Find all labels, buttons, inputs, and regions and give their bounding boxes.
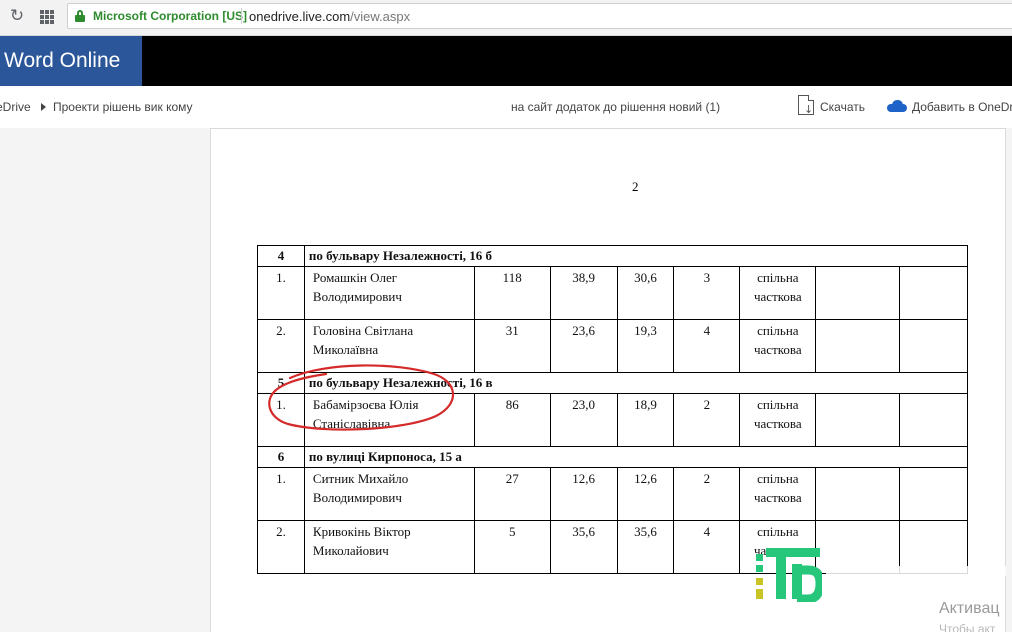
type-line1: спільна bbox=[757, 270, 799, 285]
command-bar: eDrive Проекти рішень вик кому на сайт д… bbox=[0, 86, 1012, 128]
cell-value: 27 bbox=[473, 467, 551, 521]
url-divider bbox=[241, 8, 242, 24]
ownership-type: спільна часткова bbox=[739, 319, 817, 373]
type-line2: часткова bbox=[753, 490, 802, 505]
logo-block bbox=[756, 589, 763, 599]
ownership-type: спільна часткова bbox=[739, 393, 817, 447]
type-line1: спільна bbox=[757, 524, 799, 539]
reload-icon[interactable]: ↻ bbox=[7, 6, 27, 26]
name-line1: Головіна Світлана bbox=[312, 323, 414, 338]
url-path: /view.aspx bbox=[350, 9, 411, 24]
breadcrumb-chevron-icon bbox=[41, 103, 46, 111]
activation-watermark: Активац bbox=[939, 600, 1000, 617]
name-line2: Миколаївна bbox=[312, 342, 379, 357]
cell-value: 4 bbox=[673, 520, 741, 574]
person-name: Ситник Михайло Володимирович bbox=[303, 467, 475, 521]
cell-value: 23,0 bbox=[549, 393, 618, 447]
cell-value: 30,6 bbox=[616, 266, 675, 320]
name-line2: Володимирович bbox=[312, 490, 402, 505]
breadcrumb-root[interactable]: eDrive bbox=[0, 100, 31, 114]
lock-icon bbox=[75, 10, 85, 22]
type-line1: спільна bbox=[757, 471, 799, 486]
activation-watermark-subtext: Чтобы акт bbox=[939, 622, 996, 632]
app-brand-label: Word Online bbox=[4, 49, 121, 72]
row-number: 2. bbox=[257, 520, 305, 574]
cell-value: 23,6 bbox=[549, 319, 618, 373]
logo-block bbox=[756, 565, 763, 572]
type-line1: спільна bbox=[757, 397, 799, 412]
person-name: Ромашкін Олег Володимирович bbox=[303, 266, 475, 320]
row-number: 1. bbox=[257, 266, 305, 320]
tb-logo bbox=[756, 548, 822, 602]
cell-value: 3 bbox=[673, 266, 741, 320]
type-line2: часткова bbox=[753, 342, 802, 357]
ev-certificate-label[interactable]: Microsoft Corporation [US] bbox=[93, 9, 247, 23]
cell-value: 4 bbox=[673, 319, 741, 373]
url-text[interactable]: onedrive.live.com/view.aspx bbox=[249, 9, 410, 24]
type-line1: спільна bbox=[757, 323, 799, 338]
type-line2: часткова bbox=[753, 289, 802, 304]
document-viewer[interactable]: 2 4 по бульвару Незалежності, 16 б 1. Ро… bbox=[0, 128, 1012, 632]
logo-block bbox=[796, 548, 820, 557]
circle-stroke bbox=[268, 364, 455, 431]
cell-empty bbox=[815, 266, 901, 320]
table-row: 1. Ромашкін Олег Володимирович 118 38,9 3… bbox=[257, 266, 968, 320]
url-domain: onedrive.live.com bbox=[249, 9, 351, 24]
name-line2: Володимирович bbox=[312, 289, 402, 304]
section-number: 4 bbox=[257, 245, 305, 267]
section-address: по вулиці Кирпоноса, 15 а bbox=[303, 446, 969, 468]
cell-value: 18,9 bbox=[616, 393, 675, 447]
cell-empty bbox=[815, 467, 901, 521]
cell-value: 118 bbox=[473, 266, 551, 320]
apps-grid-icon[interactable] bbox=[40, 10, 54, 24]
table-row: 1. Ситник Михайло Володимирович 27 12,6 1… bbox=[257, 467, 968, 521]
add-to-onedrive-label: Добавить в OneDr bbox=[912, 100, 1012, 114]
cell-empty bbox=[899, 266, 968, 320]
browser-address-bar: ↻ Microsoft Corporation [US] onedrive.li… bbox=[0, 0, 1012, 36]
cell-empty bbox=[815, 319, 901, 373]
cell-empty bbox=[899, 393, 968, 447]
cell-empty bbox=[899, 467, 968, 521]
logo-block bbox=[756, 554, 763, 561]
cell-value: 12,6 bbox=[549, 467, 618, 521]
section-address: по бульвару Незалежності, 16 б bbox=[303, 245, 969, 267]
person-name: Кривокінь Віктор Миколайович bbox=[303, 520, 475, 574]
type-line2: часткова bbox=[753, 416, 802, 431]
row-number: 1. bbox=[257, 467, 305, 521]
cell-value: 19,3 bbox=[616, 319, 675, 373]
cell-value: 86 bbox=[473, 393, 551, 447]
page-number: 2 bbox=[632, 179, 639, 194]
ownership-type: спільна часткова bbox=[739, 467, 817, 521]
name-line1: Ромашкін Олег bbox=[312, 270, 398, 285]
name-line1: Кривокінь Віктор bbox=[312, 524, 411, 539]
name-line2: Миколайович bbox=[312, 543, 389, 558]
cell-value: 5 bbox=[473, 520, 551, 574]
red-circle-annotation bbox=[268, 364, 455, 431]
app-brand[interactable]: Word Online bbox=[0, 36, 142, 86]
download-label: Скачать bbox=[820, 100, 865, 114]
logo-band bbox=[826, 566, 1006, 576]
cell-value: 38,9 bbox=[549, 266, 618, 320]
section-row: 6 по вулиці Кирпоноса, 15 а bbox=[257, 446, 969, 468]
logo-block bbox=[776, 548, 786, 599]
name-line1: Ситник Михайло bbox=[312, 471, 409, 486]
section-row: 4 по бульвару Незалежності, 16 б bbox=[257, 245, 969, 267]
breadcrumb-folder[interactable]: Проекти рішень вик кому bbox=[53, 100, 193, 114]
cell-value: 2 bbox=[673, 393, 741, 447]
cell-empty bbox=[899, 319, 968, 373]
download-icon: ↓ bbox=[798, 95, 814, 115]
cell-value: 12,6 bbox=[616, 467, 675, 521]
url-field[interactable]: Microsoft Corporation [US] onedrive.live… bbox=[67, 3, 1012, 29]
section-number: 6 bbox=[257, 446, 305, 468]
cell-value: 35,6 bbox=[549, 520, 618, 574]
cell-value: 31 bbox=[473, 319, 551, 373]
cell-value: 35,6 bbox=[616, 520, 675, 574]
app-header: Word Online bbox=[0, 36, 1012, 86]
logo-block bbox=[756, 578, 763, 585]
cell-empty bbox=[815, 393, 901, 447]
onedrive-cloud-icon bbox=[887, 100, 907, 112]
ownership-type: спільна часткова bbox=[739, 266, 817, 320]
cell-value: 2 bbox=[673, 467, 741, 521]
document-title: на сайт додаток до рішення новий (1) bbox=[511, 100, 721, 114]
